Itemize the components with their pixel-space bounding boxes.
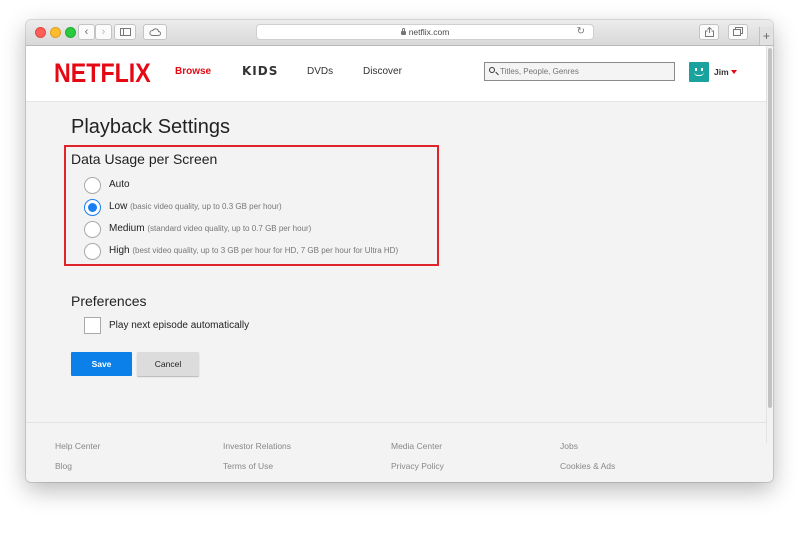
- plus-icon: +: [762, 29, 770, 43]
- url-text: netflix.com: [408, 27, 450, 37]
- playback-settings-content: Playback Settings Data Usage per Screen …: [26, 102, 766, 422]
- footer-link-help-center[interactable]: Help Center: [55, 441, 100, 451]
- browser-toolbar: ‹ › netflix.com ↻: [26, 20, 773, 46]
- show-tabs-button[interactable]: [728, 24, 748, 40]
- avatar-eye-right: [701, 68, 703, 71]
- profile-avatar[interactable]: [689, 62, 709, 82]
- chevron-left-icon: ‹: [84, 26, 89, 38]
- caret-down-icon[interactable]: [731, 70, 737, 74]
- reload-icon[interactable]: ↻: [577, 25, 585, 39]
- tabs-icon: [733, 27, 743, 36]
- search-input[interactable]: [500, 64, 670, 79]
- forward-button[interactable]: ›: [95, 24, 112, 40]
- radio-auto[interactable]: [84, 177, 101, 194]
- browser-window: ‹ › netflix.com ↻ + NETFLIX Browse KIDS …: [26, 20, 773, 482]
- footer-link-jobs[interactable]: Jobs: [560, 441, 578, 451]
- option-description: (best video quality, up to 3 GB per hour…: [132, 246, 399, 255]
- close-window-button[interactable]: [35, 27, 46, 38]
- address-bar[interactable]: netflix.com ↻: [256, 24, 594, 40]
- footer-link-media-center[interactable]: Media Center: [391, 441, 442, 451]
- nav-browse[interactable]: Browse: [175, 66, 211, 77]
- option-label: Auto: [109, 179, 130, 190]
- footer-link-cookies-ads[interactable]: Cookies & Ads: [560, 461, 615, 471]
- preferences-title: Preferences: [71, 293, 147, 309]
- cancel-button[interactable]: Cancel: [137, 352, 199, 376]
- zoom-window-button[interactable]: [65, 27, 76, 38]
- profile-name[interactable]: Jim: [714, 67, 729, 77]
- save-button[interactable]: Save: [71, 352, 132, 376]
- search-icon: [489, 67, 495, 73]
- radio-low[interactable]: [84, 199, 101, 216]
- nav-dvds[interactable]: DVDs: [307, 66, 333, 77]
- sidebar-toggle-button[interactable]: [114, 24, 136, 40]
- search-box[interactable]: [484, 62, 675, 81]
- netflix-logo[interactable]: NETFLIX: [54, 58, 151, 89]
- chevron-right-icon: ›: [101, 26, 106, 38]
- sidebar-icon: [119, 28, 131, 36]
- avatar-smile: [694, 72, 704, 76]
- scrollbar-thumb[interactable]: [768, 48, 772, 408]
- vertical-scrollbar[interactable]: [766, 46, 773, 443]
- radio-medium[interactable]: [84, 221, 101, 238]
- radio-high[interactable]: [84, 243, 101, 260]
- minimize-window-button[interactable]: [50, 27, 61, 38]
- back-button[interactable]: ‹: [78, 24, 95, 40]
- footer-link-terms-of-use[interactable]: Terms of Use: [223, 461, 273, 471]
- option-description: (basic video quality, up to 0.3 GB per h…: [130, 202, 282, 211]
- nav-discover[interactable]: Discover: [363, 66, 402, 77]
- page-title: Playback Settings: [71, 116, 230, 138]
- avatar-eye-left: [695, 68, 697, 71]
- autoplay-checkbox[interactable]: [84, 317, 101, 334]
- option-label: Low: [109, 201, 128, 212]
- option-label: High: [109, 245, 130, 256]
- site-header: NETFLIX Browse KIDS DVDs Discover Jim: [26, 46, 766, 102]
- footer-link-blog[interactable]: Blog: [55, 461, 72, 471]
- option-label: Medium: [109, 223, 145, 234]
- site-footer: Help Center Blog Investor Relations Term…: [26, 422, 766, 482]
- share-icon: [704, 26, 714, 37]
- footer-link-privacy-policy[interactable]: Privacy Policy: [391, 461, 444, 471]
- nav-kids[interactable]: KIDS: [242, 64, 278, 78]
- autoplay-label[interactable]: Play next episode automatically: [109, 320, 249, 331]
- option-description: (standard video quality, up to 0.7 GB pe…: [147, 224, 312, 233]
- icloud-tabs-button[interactable]: [143, 24, 167, 40]
- data-usage-title: Data Usage per Screen: [71, 151, 218, 167]
- new-tab-button[interactable]: +: [759, 27, 773, 45]
- share-button[interactable]: [699, 24, 719, 40]
- cloud-icon: [149, 28, 161, 36]
- lock-icon: [400, 28, 406, 35]
- footer-link-investor-relations[interactable]: Investor Relations: [223, 441, 291, 451]
